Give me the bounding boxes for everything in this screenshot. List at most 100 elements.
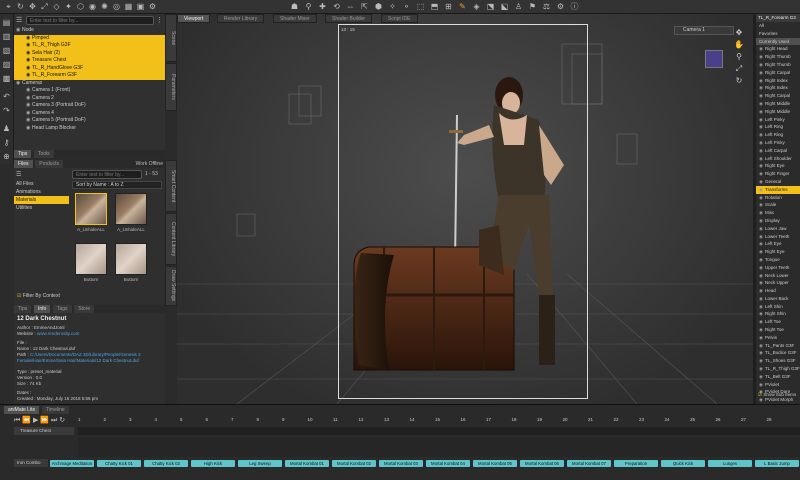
property-filter-item[interactable]: Favorites bbox=[756, 30, 800, 38]
track-lane[interactable] bbox=[78, 427, 800, 435]
scene-item[interactable]: ◉ Head Lamp Blocker bbox=[14, 125, 165, 133]
property-tree-item[interactable]: ◉ Display bbox=[756, 217, 800, 225]
property-tree-item[interactable]: ◉ Left Toe bbox=[756, 318, 800, 326]
property-tree-item[interactable]: ◉ Right Shin bbox=[756, 310, 800, 318]
scene-item[interactable]: ◉ TL_R_Thigh G3F bbox=[14, 42, 165, 50]
frame-icon[interactable]: ⤢ bbox=[733, 64, 745, 76]
scene-item[interactable]: ◉ Node bbox=[14, 27, 165, 35]
grid-tool-icon[interactable]: ▦ bbox=[124, 2, 133, 11]
figure-tool-icon[interactable]: ♟ bbox=[2, 124, 11, 133]
layout-icon[interactable]: ▣ bbox=[136, 2, 145, 11]
pan-icon[interactable]: ✋ bbox=[733, 40, 745, 52]
zoom-icon[interactable]: ⚲ bbox=[733, 52, 745, 64]
property-tree-item[interactable]: ◉ TL_Bodice G3F bbox=[756, 349, 800, 357]
translate-icon[interactable]: ⇔ bbox=[346, 2, 355, 11]
tab-store[interactable]: Store bbox=[74, 305, 95, 313]
scene-search-input[interactable]: Enter text to filter by... bbox=[26, 16, 154, 25]
scene-item[interactable]: ◉ Camera 5 (Portrait DoF) bbox=[14, 117, 165, 125]
animation-cue[interactable]: Lunges bbox=[708, 460, 752, 467]
step-forward-icon[interactable]: ⏩ bbox=[40, 417, 49, 424]
property-tree-item[interactable]: ◉ Lower Teeth bbox=[756, 233, 800, 241]
play-icon[interactable]: ▶ bbox=[33, 417, 38, 424]
property-tree-item[interactable]: ◉ Right Head bbox=[756, 45, 800, 53]
animation-cue[interactable]: Mortal Kombat 04 bbox=[426, 460, 470, 467]
property-tree-item[interactable]: ◉ Lower Jaw bbox=[756, 225, 800, 233]
path-link[interactable]: C:/Users/Documents/DAZ 3D/Library/People… bbox=[17, 352, 141, 363]
property-tree-item[interactable]: ◉ Left Pinky bbox=[756, 139, 800, 147]
track-treasure-chest[interactable]: Treasure Chest bbox=[14, 427, 74, 435]
spot-render-icon[interactable]: ⬚ bbox=[416, 2, 425, 11]
property-tree-item[interactable]: ◉ TL_Pants G3F bbox=[756, 342, 800, 350]
redo-icon[interactable]: ↷ bbox=[2, 106, 11, 115]
animation-cue[interactable]: Mortal Kombat 05 bbox=[473, 460, 517, 467]
property-filter-item[interactable]: Currently Used bbox=[756, 37, 800, 46]
property-tree-item[interactable]: ◉ Upper Teeth bbox=[756, 264, 800, 272]
scale-tool-icon[interactable]: ⤢ bbox=[40, 2, 49, 11]
property-tree-item[interactable]: ◉ Tongue bbox=[756, 256, 800, 264]
bone-tool-icon[interactable]: ⚷ bbox=[2, 138, 11, 147]
geometry-editor-icon[interactable]: ⬢ bbox=[374, 2, 383, 11]
goto-start-icon[interactable]: ⏮ bbox=[14, 417, 20, 424]
scene-item[interactable]: ◉ Cameras bbox=[14, 80, 165, 88]
property-tree-item[interactable]: ◉ Left Carpal bbox=[756, 147, 800, 155]
scene-item[interactable]: ◉ Camera 2 bbox=[14, 95, 165, 103]
property-tree-item[interactable]: ◉ Right Toe bbox=[756, 326, 800, 334]
render-icon[interactable]: ◈ bbox=[472, 2, 481, 11]
property-tree-item[interactable]: ◉ Left Eye bbox=[756, 240, 800, 248]
property-tree-item[interactable]: ◉ Right Middle bbox=[756, 100, 800, 108]
view-cube[interactable] bbox=[705, 50, 723, 68]
right-splitter[interactable] bbox=[753, 14, 756, 404]
new-scene-icon[interactable]: ▤ bbox=[2, 18, 11, 27]
property-tree-item[interactable]: ◉ TL_Belt G3F bbox=[756, 373, 800, 381]
category-item[interactable]: All Files bbox=[14, 180, 69, 188]
animation-cue[interactable]: Mortal Kombat 02 bbox=[332, 460, 376, 467]
surface-tool-icon[interactable]: ◉ bbox=[88, 2, 97, 11]
side-tab-draw-settings[interactable]: Draw Settings bbox=[165, 266, 177, 306]
animation-cue[interactable]: Chatty Kick 01 bbox=[97, 460, 141, 467]
target-tool-icon[interactable]: ⊕ bbox=[2, 152, 11, 161]
translate-tool-icon[interactable]: ✥ bbox=[28, 2, 37, 11]
scene-item[interactable]: ◉ Pimped bbox=[14, 34, 165, 42]
tab-timeline[interactable]: Timeline bbox=[41, 406, 69, 414]
step-back-icon[interactable]: ⏪ bbox=[22, 417, 31, 424]
scene-item[interactable]: ◉ Camera 4 bbox=[14, 110, 165, 118]
scene-item[interactable]: ◉ TL_R_Forearm G3F bbox=[14, 72, 165, 80]
content-thumbnail[interactable]: A_UnhideALL bbox=[72, 191, 110, 239]
property-tree-item[interactable]: ◉ Left Ring bbox=[756, 131, 800, 139]
goto-end-icon[interactable]: ⏭ bbox=[51, 417, 57, 424]
rotate-tool-icon[interactable]: ↻ bbox=[16, 2, 25, 11]
active-pose-icon[interactable]: ⚲ bbox=[304, 2, 313, 11]
property-tree-item[interactable]: ◉ Lower Back bbox=[756, 295, 800, 303]
property-tree-item[interactable]: ◉ Left Pinky bbox=[756, 116, 800, 124]
camera-tool-icon[interactable]: ◎ bbox=[112, 2, 121, 11]
node-tool-icon[interactable]: ◇ bbox=[52, 2, 61, 11]
property-tree-item[interactable]: ◉ Right Carpal bbox=[756, 69, 800, 77]
property-tree-item[interactable]: ◉ Pelvis bbox=[756, 334, 800, 342]
side-tab-content-library[interactable]: Content Library bbox=[165, 213, 177, 265]
animation-cue[interactable]: Quick Kick bbox=[661, 460, 705, 467]
property-tree-item[interactable]: ◉ Transforms bbox=[756, 185, 800, 194]
universal-tool-icon[interactable]: ✚ bbox=[318, 2, 327, 11]
animation-cue[interactable]: High Kick bbox=[191, 460, 235, 467]
property-tree-item[interactable]: ◉ Rotation bbox=[756, 194, 800, 202]
category-item[interactable]: Animations bbox=[14, 188, 69, 196]
undo-icon[interactable]: ↶ bbox=[2, 92, 11, 101]
joint-editor-icon[interactable]: ⚬ bbox=[402, 2, 411, 11]
animation-cue[interactable]: L Basic Jump bbox=[755, 460, 799, 467]
animation-cue[interactable]: Preparation bbox=[614, 460, 658, 467]
content-menu-icon[interactable]: ☰ bbox=[16, 171, 24, 178]
scene-item[interactable]: ◉ Camera 3 (Portrait DoF) bbox=[14, 102, 165, 110]
tab-tips[interactable]: Tips bbox=[14, 150, 32, 158]
track-iron-combo[interactable]: Iron Combo bbox=[14, 459, 48, 467]
region-navigator-icon[interactable]: ⊞ bbox=[444, 2, 453, 11]
property-tree-item[interactable]: ◉ TL_Shoes G3F bbox=[756, 357, 800, 365]
tab-tags[interactable]: Tags bbox=[52, 305, 72, 313]
property-tree-item[interactable]: ◉ Right Index bbox=[756, 77, 800, 85]
figure-icon[interactable]: ♙ bbox=[514, 2, 523, 11]
orbit-icon[interactable]: ✥ bbox=[733, 28, 745, 40]
property-tree-item[interactable]: ◉ Right Middle bbox=[756, 108, 800, 116]
tab-files[interactable]: Files bbox=[14, 160, 33, 168]
property-tree-item[interactable]: ◉ General bbox=[756, 178, 800, 186]
animation-cue[interactable]: Mortal Kombat 01 bbox=[285, 460, 329, 467]
loop-icon[interactable]: ↻ bbox=[59, 417, 65, 424]
